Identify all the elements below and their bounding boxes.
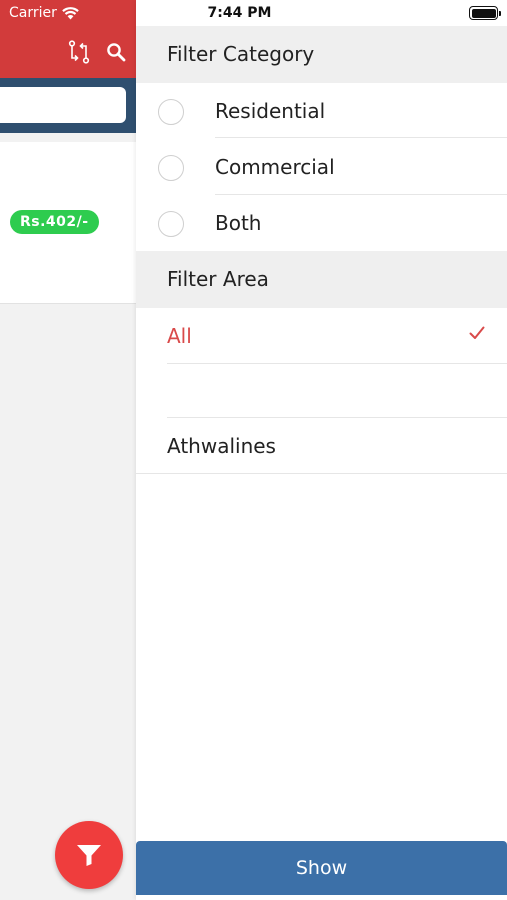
- list-item[interactable]: Rs.402/-: [0, 142, 136, 304]
- divider: [215, 137, 507, 138]
- area-option-blank[interactable]: [136, 364, 507, 420]
- price-badge: Rs.402/-: [10, 210, 99, 234]
- filter-fab-button[interactable]: [55, 821, 123, 889]
- category-option-both[interactable]: Both: [136, 195, 507, 252]
- area-option-athwalines[interactable]: Athwalines: [136, 418, 507, 474]
- radio-button[interactable]: [158, 99, 184, 125]
- search-icon[interactable]: [106, 42, 126, 62]
- clock: 7:44 PM: [207, 5, 272, 21]
- area-option-all[interactable]: All: [136, 308, 507, 364]
- filter-category-header: Filter Category: [136, 26, 507, 83]
- filter-icon: [77, 845, 101, 866]
- status-bar: Carrier 7:44 PM: [0, 0, 507, 26]
- filter-area-header: Filter Area: [136, 251, 507, 308]
- search-bar: [0, 78, 136, 133]
- compare-icon[interactable]: [68, 40, 90, 64]
- divider: [136, 473, 507, 474]
- radio-button[interactable]: [158, 211, 184, 237]
- checkmark-icon: [469, 326, 485, 339]
- category-option-commercial[interactable]: Commercial: [136, 139, 507, 196]
- show-button[interactable]: Show: [136, 841, 507, 895]
- radio-button[interactable]: [158, 155, 184, 181]
- battery-icon: [469, 6, 501, 20]
- category-option-residential[interactable]: Residential: [136, 83, 507, 140]
- area-label: All: [167, 324, 192, 348]
- category-label: Residential: [215, 99, 326, 123]
- category-label: Commercial: [215, 155, 335, 179]
- area-label: Athwalines: [167, 434, 276, 458]
- search-input[interactable]: [0, 87, 126, 123]
- category-label: Both: [215, 211, 262, 235]
- filter-panel: Filter Category Residential Commercial B…: [136, 0, 507, 900]
